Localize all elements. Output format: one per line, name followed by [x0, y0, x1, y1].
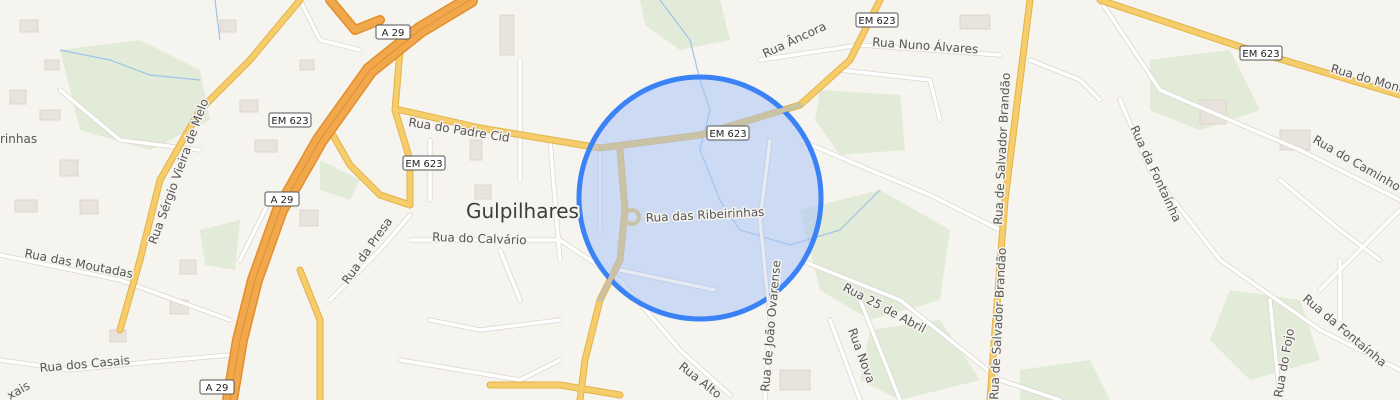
label-calvario: Rua do Calvário — [432, 230, 527, 247]
label-padre-cid: Rua do Padre Cid — [408, 115, 511, 145]
a29-shield-top: A 29 — [375, 24, 411, 40]
svg-text:A 29: A 29 — [206, 383, 229, 394]
svg-text:EM 623: EM 623 — [405, 159, 442, 170]
label-presa: Rua da Presa — [339, 215, 395, 287]
map[interactable]: A 29 A 29 A 29 EM 623 EM 623 EM 623 EM 6… — [0, 0, 1400, 400]
label-xais: xais — [5, 378, 33, 400]
svg-text:EM 623: EM 623 — [271, 116, 308, 127]
search-radius-circle[interactable] — [576, 74, 824, 322]
a29-shield-bottom: A 29 — [199, 379, 235, 395]
label-salvador-short: Rua de Salvador Brandão — [987, 247, 1009, 400]
label-nuno: Rua Nuno Álvares — [872, 34, 979, 56]
em623-shield-c: EM 623 — [706, 125, 750, 141]
label-rinhas: rinhas — [0, 132, 37, 146]
em623-shield-e: EM 623 — [1239, 45, 1283, 61]
label-caminho: Rua do Caminho C — [1311, 132, 1400, 200]
label-casais: Rua dos Casais — [39, 353, 130, 375]
em623-shield-d: EM 623 — [855, 12, 899, 28]
label-fontainha-1: Rua da Fontaínha — [1127, 123, 1184, 224]
map-canvas[interactable]: A 29 A 29 A 29 EM 623 EM 623 EM 623 EM 6… — [0, 0, 1400, 400]
em623-shield-a: EM 623 — [268, 112, 312, 128]
search-radius[interactable] — [576, 74, 824, 322]
svg-text:A 29: A 29 — [271, 195, 294, 206]
svg-text:EM 623: EM 623 — [858, 16, 895, 27]
a29-shield-mid: A 29 — [264, 191, 300, 207]
em623-shield-b: EM 623 — [402, 155, 446, 171]
place-label-gulpilhares: Gulpilhares — [466, 199, 579, 223]
svg-text:EM 623: EM 623 — [1242, 49, 1279, 60]
svg-text:EM 623: EM 623 — [709, 129, 746, 140]
svg-text:A 29: A 29 — [382, 28, 405, 39]
